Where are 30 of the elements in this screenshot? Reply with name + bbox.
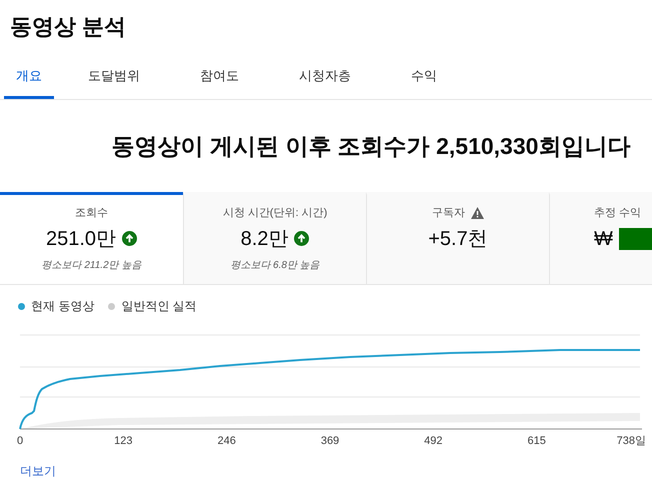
axis-label: 492 bbox=[424, 434, 442, 449]
metric-value: +5.7천 bbox=[428, 226, 488, 252]
metric-value: ₩ bbox=[594, 226, 613, 252]
tab[interactable]: 시청자층 bbox=[287, 52, 363, 99]
axis-label: 369 bbox=[320, 434, 340, 449]
metric-card[interactable]: 구독자 +5.7천 bbox=[366, 192, 549, 284]
metric-label: 시청 시간(단위: 시간) bbox=[222, 206, 328, 221]
metric-value: 8.2만 bbox=[240, 226, 288, 252]
metric-note: 평소보다 6.8만 높음 bbox=[230, 258, 320, 272]
tab[interactable]: 도달범위 bbox=[76, 52, 152, 99]
headline: 동영상이 게시된 이후 조회수가 2,510,330회입니다 bbox=[112, 132, 630, 161]
axis-label: 738일 bbox=[616, 434, 646, 449]
axis-label: 615 bbox=[527, 434, 546, 449]
metric-card[interactable]: 시청 시간(단위: 시간) 8.2만 평소보다 6.8만 높음 bbox=[183, 192, 366, 284]
tab[interactable]: 수익 bbox=[399, 52, 449, 99]
metric-label: 구독자 bbox=[432, 206, 465, 221]
metric-label: 추정 수익 bbox=[594, 206, 642, 221]
legend-label: 일반적인 실적 bbox=[121, 298, 197, 315]
more-link[interactable]: 더보기 bbox=[20, 464, 56, 478]
tab[interactable]: 개요 bbox=[4, 52, 54, 99]
axis-label: 0 bbox=[17, 434, 24, 449]
page-title: 동영상 분석 bbox=[10, 12, 126, 40]
legend-label: 현재 동영상 bbox=[31, 298, 94, 315]
metric-label: 조회수 bbox=[75, 206, 108, 221]
metric-card[interactable]: 추정 수익 ₩ bbox=[549, 192, 652, 284]
metric-note: 평소보다 211.2만 높음 bbox=[42, 258, 142, 272]
metric-value: 251.0만 bbox=[46, 226, 116, 252]
axis-label: 123 bbox=[114, 434, 132, 449]
tab[interactable]: 참여도 bbox=[188, 52, 251, 99]
axis-label: 246 bbox=[217, 434, 236, 449]
